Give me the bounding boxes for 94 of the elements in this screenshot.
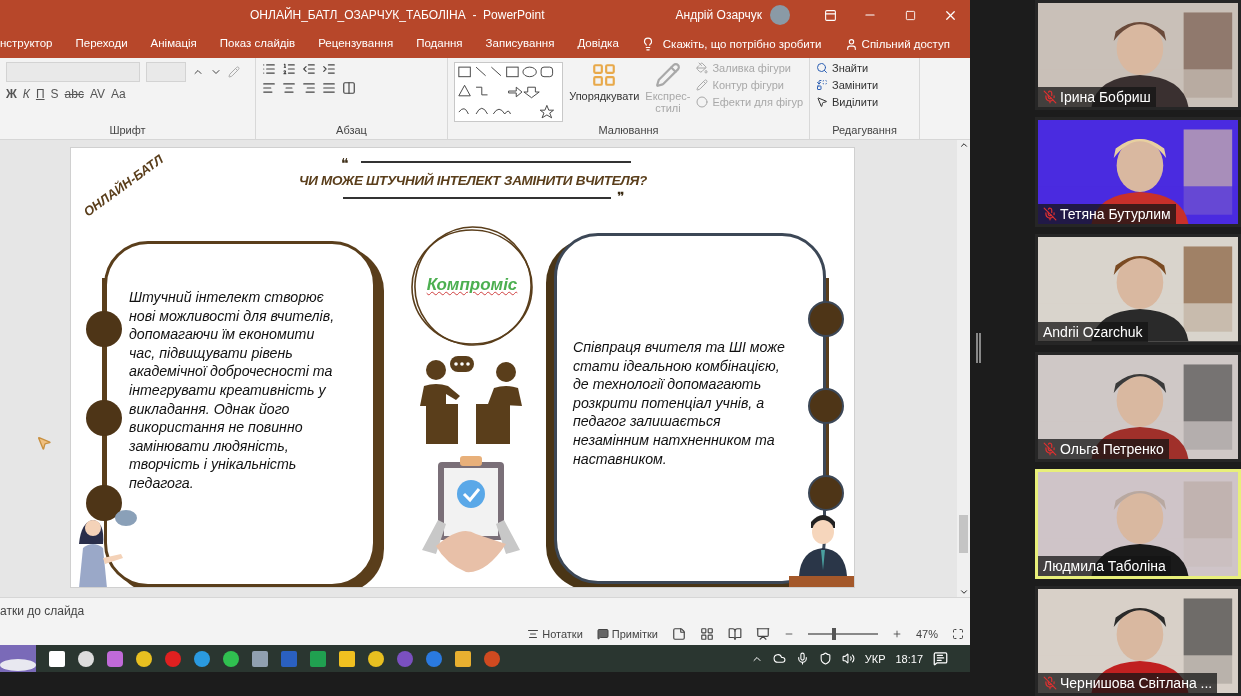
shape-format-icon: [696, 96, 709, 108]
justify-icon[interactable]: [322, 81, 336, 95]
scroll-down-icon[interactable]: [958, 587, 969, 597]
sorter-view-icon[interactable]: [699, 627, 714, 641]
participant-name: Людмила Таболіна: [1043, 557, 1166, 574]
notes-icon: [527, 628, 540, 640]
share-button[interactable]: Спільний доступ: [861, 38, 950, 50]
group-label: Редагування: [831, 124, 898, 138]
maximize-icon[interactable]: [904, 9, 916, 21]
arrange-button[interactable]: Упорядкувати: [569, 62, 640, 124]
app-icon[interactable]: [78, 650, 94, 667]
splitter-handle[interactable]: [976, 333, 981, 363]
scroll-thumb[interactable]: [959, 514, 968, 553]
editing-command[interactable]: Виділити: [832, 96, 879, 108]
quote-mark: ❞: [617, 190, 625, 204]
compromise-label: Компроміс: [425, 275, 519, 295]
ribbon-tab[interactable]: Рецензування: [318, 33, 394, 55]
participant-name: Тетяна Бутурлим: [1060, 206, 1171, 223]
shape-format-icon: [696, 62, 709, 74]
reading-view-icon[interactable]: [727, 627, 742, 641]
ribbon-tab[interactable]: Анімація: [150, 33, 197, 55]
ribbon-tab[interactable]: Подання: [416, 33, 463, 55]
start-picture-icon[interactable]: [0, 645, 36, 672]
user-name: Андрій Озарчук: [675, 8, 762, 22]
app-icon[interactable]: [136, 650, 152, 667]
slideshow-icon[interactable]: [755, 627, 770, 641]
ribbon-tab[interactable]: Записування: [485, 33, 555, 55]
search-icon: [816, 62, 828, 74]
window-title: ОНЛАЙН_БАТЛ_ОЗАРЧУК_ТАБОЛІНА - PowerPoint: [250, 8, 545, 22]
zoom-thumb[interactable]: [832, 628, 837, 640]
scroll-up-icon[interactable]: [958, 140, 969, 150]
app-icon[interactable]: [368, 650, 384, 667]
editing-command[interactable]: Знайти: [832, 62, 869, 74]
format-button[interactable]: К: [22, 87, 30, 101]
shapes-gallery-drawing[interactable]: [454, 62, 564, 122]
app-icon[interactable]: [339, 650, 355, 667]
format-button[interactable]: Aa: [111, 87, 126, 101]
app-icon[interactable]: [455, 650, 471, 667]
participant-name: Чернишова Світлана ...: [1060, 675, 1213, 692]
app-icon[interactable]: [49, 650, 65, 667]
arrange-icon: [591, 62, 618, 88]
app-icon[interactable]: [223, 650, 239, 667]
slide-text: Співпраця вчителя та ШІ може стати ідеальною комбінацією, де технології допомагають розкрити потенціал учнів, а педагог залишається незамінним натхненником та наставником.: [573, 338, 786, 469]
format-button[interactable]: AV: [89, 87, 106, 101]
group-label: Шрифт: [108, 124, 147, 138]
format-button[interactable]: Ж: [6, 87, 17, 101]
fit-slide-icon[interactable]: [952, 628, 964, 640]
replace-icon: [816, 79, 828, 91]
group-label: Малювання: [597, 124, 660, 138]
notes-button[interactable]: Нотатки: [527, 628, 583, 640]
microphone-icon[interactable]: [795, 652, 809, 665]
participant-name: Andrii Ozarchuk: [1043, 323, 1143, 340]
font-size-field[interactable]: [146, 62, 186, 82]
comments-button[interactable]: Примітки: [596, 628, 658, 640]
participant-name: Ірина Бобриш: [1060, 89, 1151, 106]
cursor-icon: [36, 435, 52, 451]
columns-icon[interactable]: [342, 81, 356, 95]
notes-field[interactable]: атки до слайда: [0, 603, 85, 618]
align-center-icon[interactable]: [282, 81, 296, 95]
ribbon-display-icon[interactable]: [823, 8, 837, 22]
volume-icon[interactable]: [841, 652, 855, 665]
normal-view-icon[interactable]: [671, 627, 686, 641]
format-button[interactable]: abc: [64, 87, 84, 101]
indent-increase-icon[interactable]: [322, 62, 336, 76]
zoom-level[interactable]: 47%: [915, 628, 938, 640]
bullets-icon[interactable]: [262, 62, 276, 76]
slide-text: Штучний інтелект створює нові можливості для вчителів, допомагаючи їм економити час, підвищувати рівень академічної доброчесності та інтегрувати креативність у викладання. Однак його використання не повинно замінювати людяність, творчість і унікальність педагога.: [129, 288, 336, 493]
ribbon-tab[interactable]: Довідка: [577, 33, 619, 55]
tell-me-field[interactable]: Скажіть, що потрібно зробити: [662, 38, 822, 50]
font-name-field[interactable]: [6, 62, 140, 82]
editing-command[interactable]: Замінити: [832, 79, 879, 91]
indent-decrease-icon[interactable]: [302, 62, 316, 76]
ribbon-tab[interactable]: Показ слайдів: [219, 33, 296, 55]
ribbon-tab[interactable]: Переходи: [75, 33, 128, 55]
shape-format-icon: [696, 79, 709, 91]
quote-mark: ❝: [341, 156, 349, 170]
person-icon: [844, 37, 858, 51]
pointer-icon: [816, 96, 828, 108]
participant-name: Ольга Петренко: [1060, 440, 1164, 457]
align-right-icon[interactable]: [302, 81, 316, 95]
align-left-icon[interactable]: [262, 81, 276, 95]
language-indicator[interactable]: УКР: [864, 652, 886, 665]
ribbon-tab[interactable]: нструктор: [0, 33, 53, 55]
zoom-in-icon[interactable]: [891, 629, 902, 639]
clock[interactable]: 18:17: [895, 652, 923, 665]
group-label: Абзац: [335, 124, 368, 138]
cloud-icon[interactable]: [772, 652, 786, 665]
format-button[interactable]: П: [35, 87, 45, 101]
format-button[interactable]: S: [50, 87, 59, 101]
comment-icon: [596, 628, 609, 640]
numbering-icon[interactable]: [282, 62, 296, 76]
shield-icon[interactable]: [818, 652, 832, 665]
notifications-icon[interactable]: [933, 651, 948, 666]
slide-title: ЧИ МОЖЕ ШТУЧНИЙ ІНТЕЛЕКТ ЗАМІНИТИ ВЧИТЕЛЯ?: [299, 173, 648, 188]
